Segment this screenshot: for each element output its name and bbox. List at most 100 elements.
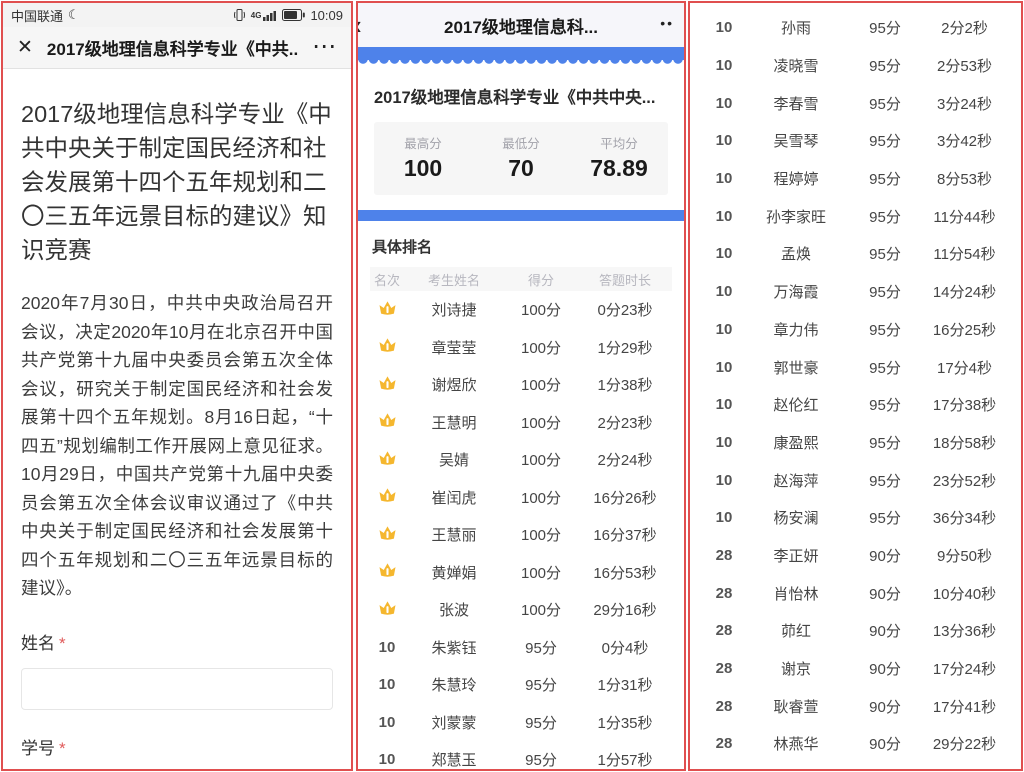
table-row: 10 赵海萍 95分 23分52秒	[704, 461, 1007, 499]
rank-number: 10	[716, 321, 733, 338]
duration-value: 1分57秒	[578, 749, 672, 770]
webview-title: 2017级地理信息科学专业《中共...	[47, 35, 298, 60]
rank-number: 10	[716, 19, 733, 36]
duration-value: 3分42秒	[922, 130, 1007, 151]
duration-value: 1分38秒	[578, 374, 672, 395]
rank-cell	[370, 412, 404, 432]
score-value: 95分	[504, 749, 578, 770]
gold-crown-icon	[378, 450, 397, 466]
rank-number: 28	[716, 735, 733, 752]
more-menu-icon[interactable]: ⋯	[312, 40, 337, 54]
score-value: 90分	[848, 583, 922, 604]
student-name: 孙雨	[744, 17, 848, 38]
student-name: 康盈熙	[744, 432, 848, 453]
table-row: 张波 100分 29分16秒	[370, 591, 672, 629]
table-row: 10 孟焕 95分 11分54秒	[704, 235, 1007, 273]
three-screenshot-collage: 中国联通 ☾ 4G 10:09 ✕ 2017级地理信息科学专业《中共... ⋯	[0, 0, 1024, 772]
rank-number: 10	[716, 95, 733, 112]
rank-cell: 10	[370, 751, 404, 768]
max-score-stat: 最高分 100	[374, 133, 472, 182]
table-row: 谢煜欣 100分 1分38秒	[370, 366, 672, 404]
duration-value: 2分24秒	[578, 449, 672, 470]
student-name: 章力伟	[744, 319, 848, 340]
score-value: 95分	[848, 394, 922, 415]
rank-number: 28	[716, 660, 733, 677]
student-name: 赵伦红	[744, 394, 848, 415]
duration-value: 14分24秒	[922, 281, 1007, 302]
student-name: 李正妍	[744, 545, 848, 566]
duration-value: 1分31秒	[578, 674, 672, 695]
score-value: 95分	[848, 507, 922, 528]
table-row: 10 李春雪 95分 3分24秒	[704, 84, 1007, 122]
gold-crown-icon	[378, 487, 397, 503]
score-value: 100分	[504, 337, 578, 358]
student-name: 张波	[404, 599, 504, 620]
results-page-title: 2017级地理信息科学专业《中共中央...	[358, 67, 684, 108]
rank-cell: 10	[370, 676, 404, 693]
more-menu-icon[interactable]: ••	[660, 15, 674, 31]
rank-number: 10	[716, 208, 733, 225]
table-row: 10 朱慧玲 95分 1分31秒	[370, 666, 672, 704]
score-value: 100分	[504, 412, 578, 433]
table-row: 10 刘蒙蒙 95分 1分35秒	[370, 704, 672, 742]
rank-number: 10	[716, 170, 733, 187]
table-row: 28 耿睿萱 90分 17分41秒	[704, 687, 1007, 725]
student-name: 王慧明	[404, 412, 504, 433]
col-rank: 名次	[370, 270, 404, 289]
col-score: 得分	[504, 270, 578, 289]
rank-number: 10	[716, 509, 733, 526]
student-name: 林燕华	[744, 733, 848, 754]
score-value: 95分	[504, 712, 578, 733]
student-name: 章莹莹	[404, 337, 504, 358]
ranking-table-page1: 刘诗捷 100分 0分23秒 章莹莹 100分 1分29秒 谢煜欣 100分 1…	[370, 291, 672, 771]
rank-cell: 10	[370, 714, 404, 731]
duration-value: 2分23秒	[578, 412, 672, 433]
score-value: 95分	[848, 55, 922, 76]
avg-score-value: 78.89	[570, 155, 668, 182]
rank-number: 10	[716, 472, 733, 489]
score-value: 100分	[504, 487, 578, 508]
battery-icon	[282, 9, 305, 21]
gold-crown-icon	[378, 375, 397, 391]
avg-score-label: 平均分	[570, 133, 668, 152]
duration-value: 10分40秒	[922, 583, 1007, 604]
close-icon[interactable]: ✕	[17, 38, 33, 57]
duration-value: 1分35秒	[578, 712, 672, 733]
rank-number: 10	[716, 57, 733, 74]
table-row: 28 肖怡林 90分 10分40秒	[704, 574, 1007, 612]
avg-score-stat: 平均分 78.89	[570, 133, 668, 182]
back-icon[interactable]: ‹	[356, 10, 362, 41]
rank-number: 10	[379, 639, 396, 656]
name-input[interactable]	[21, 668, 333, 710]
quiz-intro-paragraph: 2020年7月30日，中共中央政治局召开会议，决定2020年10月在北京召开中国…	[21, 289, 333, 603]
table-row: 10 朱紫钰 95分 0分4秒	[370, 629, 672, 667]
gold-crown-icon	[378, 600, 397, 616]
score-value: 100分	[504, 449, 578, 470]
ranking-table-header: 名次 考生姓名 得分 答题时长	[370, 267, 672, 291]
student-name: 郑慧玉	[404, 749, 504, 770]
signal-icon	[263, 9, 277, 21]
score-value: 90分	[848, 696, 922, 717]
duration-value: 8分53秒	[922, 168, 1007, 189]
table-row: 10 万海霞 95分 14分24秒	[704, 273, 1007, 311]
duration-value: 9分50秒	[922, 545, 1007, 566]
table-row: 王慧丽 100分 16分37秒	[370, 516, 672, 554]
student-name: 黄婵娟	[404, 562, 504, 583]
moon-icon: ☾	[68, 7, 80, 23]
gold-crown-icon	[378, 562, 397, 578]
table-row: 10 郭世豪 95分 17分4秒	[704, 348, 1007, 386]
duration-value: 23分52秒	[922, 470, 1007, 491]
score-value: 100分	[504, 374, 578, 395]
score-value: 95分	[848, 319, 922, 340]
duration-value: 13分36秒	[922, 620, 1007, 641]
table-row: 王慧明 100分 2分23秒	[370, 404, 672, 442]
table-row: 10 郑慧玉 95分 1分57秒	[370, 741, 672, 771]
network-type-label: 4G	[251, 11, 262, 20]
student-name: 孙李家旺	[744, 206, 848, 227]
score-value: 90分	[848, 658, 922, 679]
required-asterisk: *	[59, 739, 66, 758]
rank-number: 10	[379, 751, 396, 768]
duration-value: 18分58秒	[922, 432, 1007, 453]
name-field-label: 姓名*	[21, 629, 333, 654]
results-navbar: ‹ 2017级地理信息科... ••	[358, 3, 684, 47]
